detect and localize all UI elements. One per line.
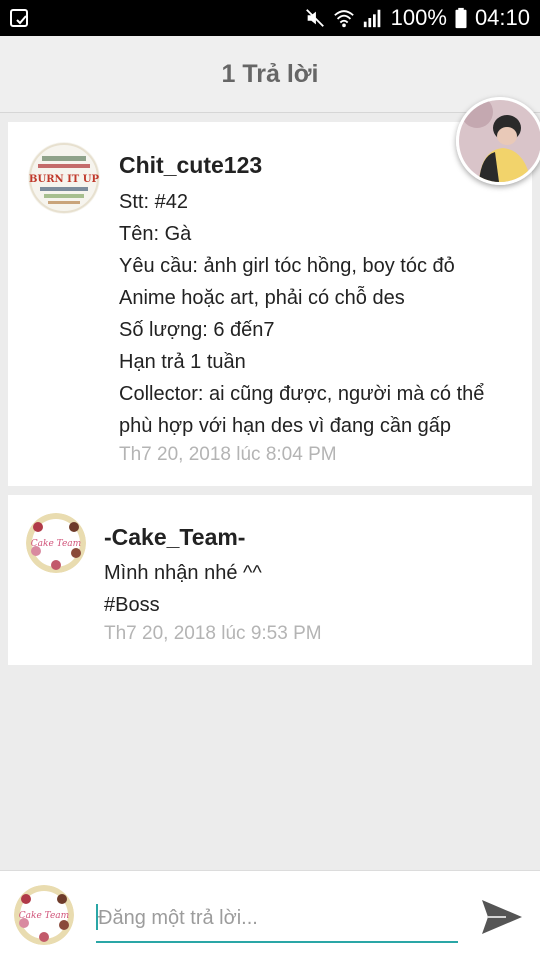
text-cursor [96,904,98,930]
post-line: phù hợp với hạn des vì đang cần gấp [119,415,452,437]
post-author[interactable]: Chit_cute123 [119,152,262,179]
post-line: Yêu cầu: ảnh girl tóc hồng, boy tóc đỏ [119,255,455,277]
reply-line: #Boss [104,594,160,616]
post-line: Hạn trả 1 tuần [119,351,246,373]
avatar-logo-text: BURN IT UP [29,174,99,185]
avatar-logo-text: Cake Team [19,911,69,921]
status-bar: 100% 04:10 [0,0,540,36]
wifi-icon [333,10,354,28]
post-line: Số lượng: 6 đến7 [119,319,275,341]
post-timestamp: Th7 20, 2018 lúc 8:04 PM [119,444,337,465]
signal-icon [363,9,380,28]
reply-body: Mình nhận nhé ^^ #Boss [104,557,262,621]
clock: 04:10 [474,5,530,30]
post-line: Anime hoặc art, phải có chỗ des [119,287,405,309]
profile-avatar[interactable] [456,97,540,185]
header: 1 Trả lời [0,36,540,113]
reply-bar: Cake Team [0,870,540,961]
post-card: BURN IT UP Chit_cute123 Stt: #42 Tên: Gà… [8,122,532,486]
reply-input[interactable] [96,899,458,943]
reply-line: Mình nhận nhé ^^ [104,562,262,584]
post-line: Stt: #42 [119,191,188,213]
avatar[interactable]: Cake Team [26,513,86,573]
battery-percent: 100% [390,5,447,30]
page-title: 1 Trả lời [221,59,319,88]
avatar[interactable]: BURN IT UP [28,142,100,214]
battery-icon [455,7,467,29]
screenshot-icon [10,9,28,27]
mute-icon [305,9,324,27]
avatar-logo-text: Cake Team [31,539,81,549]
post-line: Tên: Gà [119,223,192,245]
reply-card: Cake Team -Cake_Team- Mình nhận nhé ^^ #… [8,495,532,665]
post-body: Stt: #42 Tên: Gà Yêu cầu: ảnh girl tóc h… [119,186,484,442]
current-user-avatar[interactable]: Cake Team [14,885,74,945]
post-line: Collector: ai cũng được, người mà có thể [119,383,485,405]
send-icon[interactable] [480,897,524,937]
reply-timestamp: Th7 20, 2018 lúc 9:53 PM [104,623,322,644]
reply-author[interactable]: -Cake_Team- [104,524,245,551]
